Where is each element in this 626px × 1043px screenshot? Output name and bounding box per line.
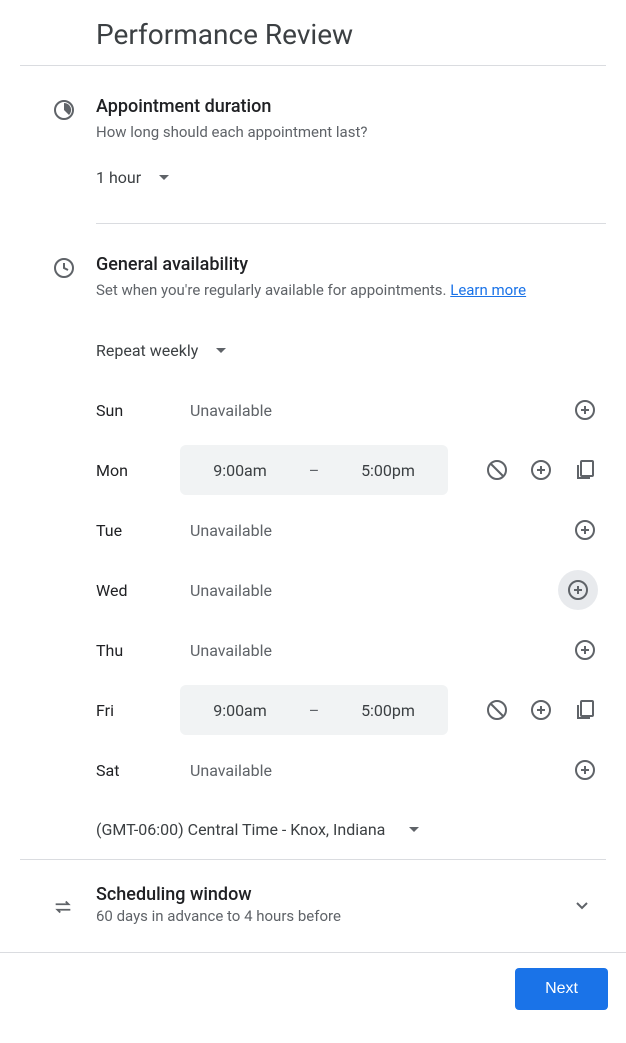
day-row-wed: Wed Unavailable (96, 560, 598, 620)
availability-heading: General availability (96, 254, 598, 275)
day-row-sat: Sat Unavailable (96, 740, 598, 800)
add-icon[interactable] (572, 757, 598, 783)
day-row-mon: Mon 9:00am – 5:00pm (96, 440, 598, 500)
dropdown-arrow-icon (216, 348, 226, 353)
start-time-field[interactable]: 9:00am (186, 701, 294, 720)
copy-icon[interactable] (572, 697, 598, 723)
timezone-value: (GMT-06:00) Central Time - Knox, Indiana (96, 820, 385, 839)
day-label: Fri (96, 701, 172, 720)
day-label: Tue (96, 521, 172, 540)
day-row-sun: Sun Unavailable (96, 380, 598, 440)
next-button[interactable]: Next (515, 968, 608, 1010)
scheduling-subtitle: 60 days in advance to 4 hours before (96, 907, 558, 925)
dropdown-arrow-icon (409, 827, 419, 832)
learn-more-link[interactable]: Learn more (450, 281, 526, 299)
end-time-field[interactable]: 5:00pm (334, 701, 442, 720)
duration-subtitle: How long should each appointment last? (96, 121, 598, 144)
dropdown-arrow-icon (159, 175, 169, 180)
unavailable-text: Unavailable (180, 581, 272, 600)
availability-section: General availability Set when you're reg… (20, 224, 606, 860)
add-icon[interactable] (528, 457, 554, 483)
page-title: Performance Review (20, 0, 606, 66)
duration-value: 1 hour (96, 168, 141, 187)
add-icon[interactable] (528, 697, 554, 723)
add-icon[interactable] (558, 570, 598, 610)
days-list: Sun Unavailable Mon 9:00am – (96, 366, 598, 800)
day-label: Thu (96, 641, 172, 660)
duration-dropdown[interactable]: 1 hour (96, 144, 598, 205)
day-row-tue: Tue Unavailable (96, 500, 598, 560)
day-label: Sat (96, 761, 172, 780)
unavailable-icon[interactable] (484, 697, 510, 723)
clock-icon (20, 254, 96, 860)
day-row-fri: Fri 9:00am – 5:00pm (96, 680, 598, 740)
add-icon[interactable] (572, 637, 598, 663)
swap-icon (20, 892, 96, 918)
day-label: Mon (96, 461, 172, 480)
start-time-field[interactable]: 9:00am (186, 461, 294, 480)
unavailable-icon[interactable] (484, 457, 510, 483)
time-range: 9:00am – 5:00pm (180, 445, 448, 495)
scheduling-section[interactable]: Scheduling window 60 days in advance to … (20, 859, 606, 943)
scheduling-heading: Scheduling window (96, 884, 558, 905)
unavailable-text: Unavailable (180, 521, 272, 540)
time-dash: – (294, 701, 334, 720)
duration-icon (20, 96, 96, 205)
timezone-dropdown[interactable]: (GMT-06:00) Central Time - Knox, Indiana (96, 800, 598, 859)
copy-icon[interactable] (572, 457, 598, 483)
unavailable-text: Unavailable (180, 401, 272, 420)
unavailable-text: Unavailable (180, 761, 272, 780)
time-dash: – (294, 461, 334, 480)
availability-subtitle: Set when you're regularly available for … (96, 279, 598, 302)
duration-section: Appointment duration How long should eac… (20, 66, 606, 205)
duration-heading: Appointment duration (96, 96, 598, 117)
day-label: Sun (96, 401, 172, 420)
expand-icon[interactable] (558, 893, 606, 917)
day-label: Wed (96, 581, 172, 600)
day-row-thu: Thu Unavailable (96, 620, 598, 680)
add-icon[interactable] (572, 517, 598, 543)
end-time-field[interactable]: 5:00pm (334, 461, 442, 480)
repeat-dropdown[interactable]: Repeat weekly (96, 301, 598, 366)
time-range: 9:00am – 5:00pm (180, 685, 448, 735)
repeat-label: Repeat weekly (96, 341, 198, 360)
footer: Next (0, 952, 626, 1024)
add-icon[interactable] (572, 397, 598, 423)
unavailable-text: Unavailable (180, 641, 272, 660)
